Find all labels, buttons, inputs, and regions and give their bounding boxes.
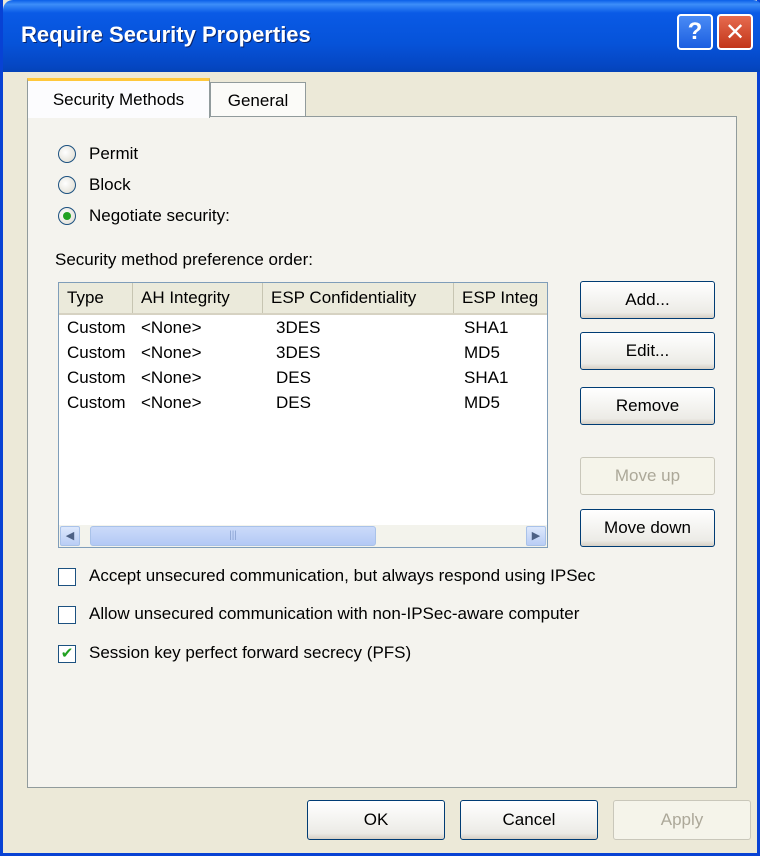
- add-button[interactable]: Add...: [580, 281, 715, 319]
- cell-esp-confidentiality: DES: [276, 393, 311, 412]
- cell-esp-confidentiality: 3DES: [276, 318, 321, 337]
- column-esp-integrity[interactable]: ESP Integ: [454, 283, 547, 313]
- edit-button[interactable]: Edit...: [580, 332, 715, 370]
- tab-security-methods[interactable]: Security Methods: [27, 78, 210, 118]
- chevron-left-icon: ◀: [65, 530, 75, 542]
- dialog-window: Require Security Properties ? ✕ Security…: [0, 0, 760, 856]
- cell-esp-confidentiality: 3DES: [276, 343, 321, 362]
- help-button[interactable]: ?: [677, 14, 713, 50]
- negotiate-security-label[interactable]: Negotiate security:: [89, 206, 230, 226]
- remove-button[interactable]: Remove: [580, 387, 715, 425]
- cell-esp-integrity: MD5: [464, 393, 500, 412]
- ok-button-label: OK: [363, 810, 389, 829]
- negotiate-security-radio[interactable]: [58, 207, 76, 225]
- permit-radio[interactable]: [58, 145, 76, 163]
- column-type[interactable]: Type: [59, 283, 133, 313]
- pfs-checkbox[interactable]: ✔: [58, 645, 76, 663]
- preference-order-label: Security method preference order:: [55, 250, 313, 269]
- column-ah-integrity[interactable]: AH Integrity: [133, 283, 263, 313]
- column-esp-confidentiality[interactable]: ESP Confidentiality: [263, 283, 454, 313]
- block-label[interactable]: Block: [89, 175, 131, 195]
- cell-type: Custom: [67, 393, 126, 412]
- tab-general[interactable]: General: [210, 82, 306, 118]
- checkmark-icon: ✔: [60, 645, 74, 662]
- cell-type: Custom: [67, 368, 126, 387]
- block-radio[interactable]: [58, 176, 76, 194]
- edit-button-label: Edit...: [625, 341, 670, 360]
- cell-type: Custom: [67, 343, 126, 362]
- move-down-button[interactable]: Move down: [580, 509, 715, 547]
- cell-esp-integrity: SHA1: [464, 318, 509, 337]
- allow-unsecured-checkbox[interactable]: [58, 606, 76, 624]
- cell-ah-integrity: <None>: [141, 318, 202, 337]
- add-button-label: Add...: [625, 290, 670, 309]
- remove-button-label: Remove: [615, 396, 680, 415]
- table-row[interactable]: Custom <None> 3DES SHA1: [59, 315, 547, 340]
- cell-esp-integrity: MD5: [464, 343, 500, 362]
- accept-unsecured-checkbox[interactable]: [58, 568, 76, 586]
- cell-ah-integrity: <None>: [141, 368, 202, 387]
- scroll-right-button[interactable]: ▶: [526, 526, 546, 546]
- list-header: Type AH Integrity ESP Confidentiality ES…: [59, 283, 547, 315]
- move-down-button-label: Move down: [604, 518, 691, 537]
- ok-button[interactable]: OK: [307, 800, 445, 840]
- cell-ah-integrity: <None>: [141, 343, 202, 362]
- tab-label: Security Methods: [52, 89, 185, 109]
- cancel-button[interactable]: Cancel: [460, 800, 598, 840]
- grip-icon: |||: [229, 530, 237, 541]
- table-row[interactable]: Custom <None> DES SHA1: [59, 365, 547, 390]
- window-title: Require Security Properties: [21, 22, 311, 47]
- cell-esp-confidentiality: DES: [276, 368, 311, 387]
- scroll-left-button[interactable]: ◀: [60, 526, 80, 546]
- allow-unsecured-label[interactable]: Allow unsecured communication with non-I…: [89, 604, 579, 624]
- cancel-button-label: Cancel: [502, 810, 556, 829]
- table-row[interactable]: Custom <None> DES MD5: [59, 390, 547, 415]
- help-icon: ?: [687, 18, 703, 45]
- apply-button[interactable]: Apply: [613, 800, 751, 840]
- horizontal-scrollbar[interactable]: ◀ ||| ▶: [59, 525, 547, 547]
- close-icon: ✕: [724, 18, 746, 46]
- table-row[interactable]: Custom <None> 3DES MD5: [59, 340, 547, 365]
- chevron-right-icon: ▶: [531, 530, 541, 542]
- pfs-label[interactable]: Session key perfect forward secrecy (PFS…: [89, 643, 411, 663]
- cell-esp-integrity: SHA1: [464, 368, 509, 387]
- security-methods-list[interactable]: Type AH Integrity ESP Confidentiality ES…: [58, 282, 548, 548]
- move-up-button-label: Move up: [614, 466, 681, 485]
- title-bar[interactable]: Require Security Properties ? ✕: [3, 0, 760, 72]
- permit-label[interactable]: Permit: [89, 144, 138, 164]
- accept-unsecured-label[interactable]: Accept unsecured communication, but alwa…: [89, 566, 596, 586]
- move-up-button[interactable]: Move up: [580, 457, 715, 495]
- cell-type: Custom: [67, 318, 126, 337]
- close-button[interactable]: ✕: [717, 14, 753, 50]
- scrollbar-thumb[interactable]: |||: [90, 526, 376, 546]
- cell-ah-integrity: <None>: [141, 393, 202, 412]
- apply-button-label: Apply: [660, 810, 704, 829]
- tab-label: General: [227, 90, 289, 110]
